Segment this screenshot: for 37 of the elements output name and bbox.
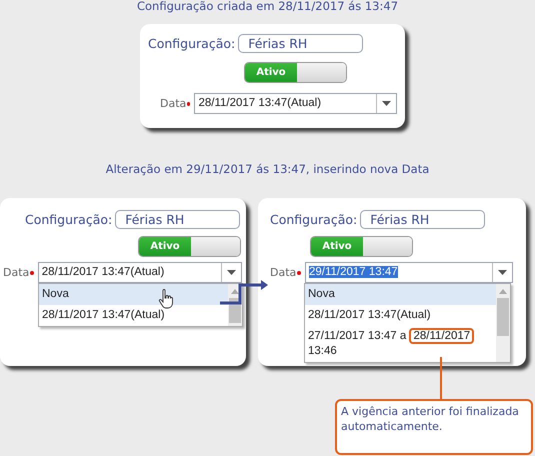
leader-line xyxy=(440,357,442,399)
scroll-up-icon[interactable] xyxy=(231,289,239,294)
dropdown-option[interactable]: Nova xyxy=(305,284,496,305)
toggle-label: Ativo xyxy=(139,237,191,256)
toggle-label: Ativo xyxy=(311,237,363,256)
dropdown-option[interactable]: 28/11/2017 13:47(Atual) xyxy=(39,305,228,326)
field-label: Data xyxy=(160,97,187,110)
caret-icon xyxy=(382,101,392,106)
required-dot xyxy=(186,102,190,106)
caret-icon xyxy=(498,270,507,275)
date-select[interactable]: 28/11/2017 13:47(Atual) xyxy=(194,93,398,114)
scrollbar[interactable] xyxy=(496,284,510,362)
required-dot xyxy=(30,270,34,274)
date-select[interactable]: 28/11/2017 13:47(Atual) xyxy=(38,262,242,283)
field-label: Configuração: xyxy=(25,212,112,227)
hand-cursor-icon xyxy=(158,289,174,309)
connector-arrow xyxy=(220,280,268,304)
dropdown-option[interactable]: Nova xyxy=(39,284,228,305)
date-select[interactable]: 29/11/2017 13:47 xyxy=(305,262,513,283)
marked-date: 28/11/2017 xyxy=(409,328,474,344)
heading: Configuração criada em 28/11/2017 ás 13:47 xyxy=(136,0,400,15)
field-label: Configuração: xyxy=(148,36,236,51)
dropdown-option[interactable]: 27/11/2017 13:47 a 28/11/2017 13:46 xyxy=(305,326,496,362)
dropdown-option[interactable]: 28/11/2017 13:47(Atual) xyxy=(305,305,496,326)
toggle-label: Ativo xyxy=(245,63,297,82)
input-field[interactable]: Férias RH xyxy=(238,34,364,53)
required-dot xyxy=(297,270,301,274)
option-text: 13:46 xyxy=(308,345,337,357)
field-label: Data xyxy=(3,266,30,279)
option-text: 27/11/2017 13:47 a xyxy=(308,330,406,342)
field-label: Data xyxy=(270,266,297,279)
field-label: Configuração: xyxy=(270,212,358,227)
callout-note: A vigência anterior foi finalizada automaticamente. xyxy=(335,399,533,455)
heading: Alteração em 29/11/2017 ás 13:47, inserindo nova Data xyxy=(104,163,430,178)
input-field[interactable]: Férias RH xyxy=(115,210,240,229)
input-field[interactable]: Férias RH xyxy=(360,210,486,229)
caret-icon xyxy=(227,270,236,275)
